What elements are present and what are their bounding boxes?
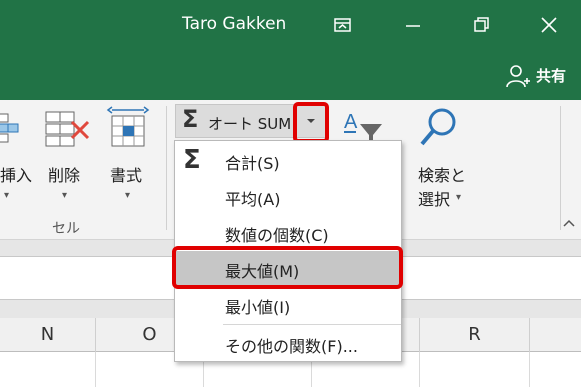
format-button[interactable]: 書式 ▾ [104, 106, 154, 206]
chevron-down-icon: ▾ [456, 192, 462, 203]
ribbon-display-icon [334, 18, 351, 32]
close-button[interactable] [534, 10, 564, 40]
restore-button[interactable] [466, 10, 496, 40]
collapse-ribbon-icon[interactable] [562, 218, 576, 228]
dropdown-highlight-frame [293, 102, 329, 143]
autosum-label: オート SUM [208, 115, 292, 133]
chevron-down-icon: ▾ [62, 190, 68, 201]
delete-label: 削除 [48, 166, 81, 185]
menu-item-label: その他の関数(F)... [225, 337, 358, 356]
group-separator [166, 106, 167, 230]
menu-item-average[interactable]: 平均(A) [175, 179, 401, 213]
user-name: Taro Gakken [182, 14, 287, 34]
group-separator [560, 106, 561, 230]
delete-button[interactable]: 削除 ▾ [42, 106, 92, 206]
grid-line [529, 352, 530, 387]
person-add-icon [506, 65, 530, 88]
menu-item-more-functions[interactable]: その他の関数(F)... [175, 326, 401, 360]
close-icon [541, 17, 557, 33]
excel-window: Taro Gakken 共有 挿入 ▾ 削除 ▾ 書式 ▾ セル Σ オート S… [0, 0, 581, 387]
max-item-highlight-frame [172, 246, 403, 289]
delete-cells-icon [45, 111, 90, 147]
share-row: 共有 [0, 52, 581, 100]
ribbon-display-options-button[interactable] [327, 10, 357, 40]
svg-text:A: A [344, 111, 358, 133]
find-select-label-2: 選択 [418, 190, 451, 209]
cells-group-label: セル [52, 221, 80, 237]
menu-item-count[interactable]: 数値の個数(C) [175, 215, 401, 249]
format-cells-icon [106, 106, 150, 147]
menu-item-min[interactable]: 最小値(I) [175, 287, 401, 321]
sigma-icon: Σ [182, 105, 199, 133]
menu-item-label: 最小値(I) [225, 298, 291, 317]
find-select-label-1: 検索と [418, 166, 467, 185]
menu-separator [223, 324, 401, 325]
title-bar: Taro Gakken [0, 0, 581, 52]
share-button[interactable]: 共有 [502, 62, 578, 90]
column-header-r[interactable]: R [420, 318, 530, 352]
grid-line [419, 352, 420, 387]
column-header-next[interactable] [530, 318, 581, 352]
find-select-button[interactable]: 検索と 選択 ▾ [412, 106, 482, 216]
menu-item-label: 平均(A) [225, 190, 281, 209]
insert-cells-icon [0, 113, 19, 143]
restore-icon [474, 17, 489, 32]
format-label: 書式 [110, 166, 143, 185]
share-label: 共有 [536, 67, 567, 85]
grid-line [95, 352, 96, 387]
column-header-n[interactable]: N [0, 318, 96, 352]
chevron-down-icon: ▾ [125, 190, 131, 201]
chevron-down-icon: ▾ [4, 190, 10, 201]
minimize-button[interactable] [398, 10, 428, 40]
insert-label: 挿入 [0, 166, 33, 185]
minimize-icon [406, 25, 420, 27]
magnifier-icon [420, 108, 456, 146]
insert-button[interactable]: 挿入 ▾ [0, 106, 32, 206]
sigma-icon: Σ [183, 145, 201, 175]
autosum-button[interactable]: Σ オート SUM [175, 104, 296, 138]
menu-item-sum[interactable]: Σ 合計(S) [175, 143, 401, 177]
menu-item-label: 合計(S) [225, 154, 280, 173]
menu-item-label: 数値の個数(C) [225, 226, 329, 245]
